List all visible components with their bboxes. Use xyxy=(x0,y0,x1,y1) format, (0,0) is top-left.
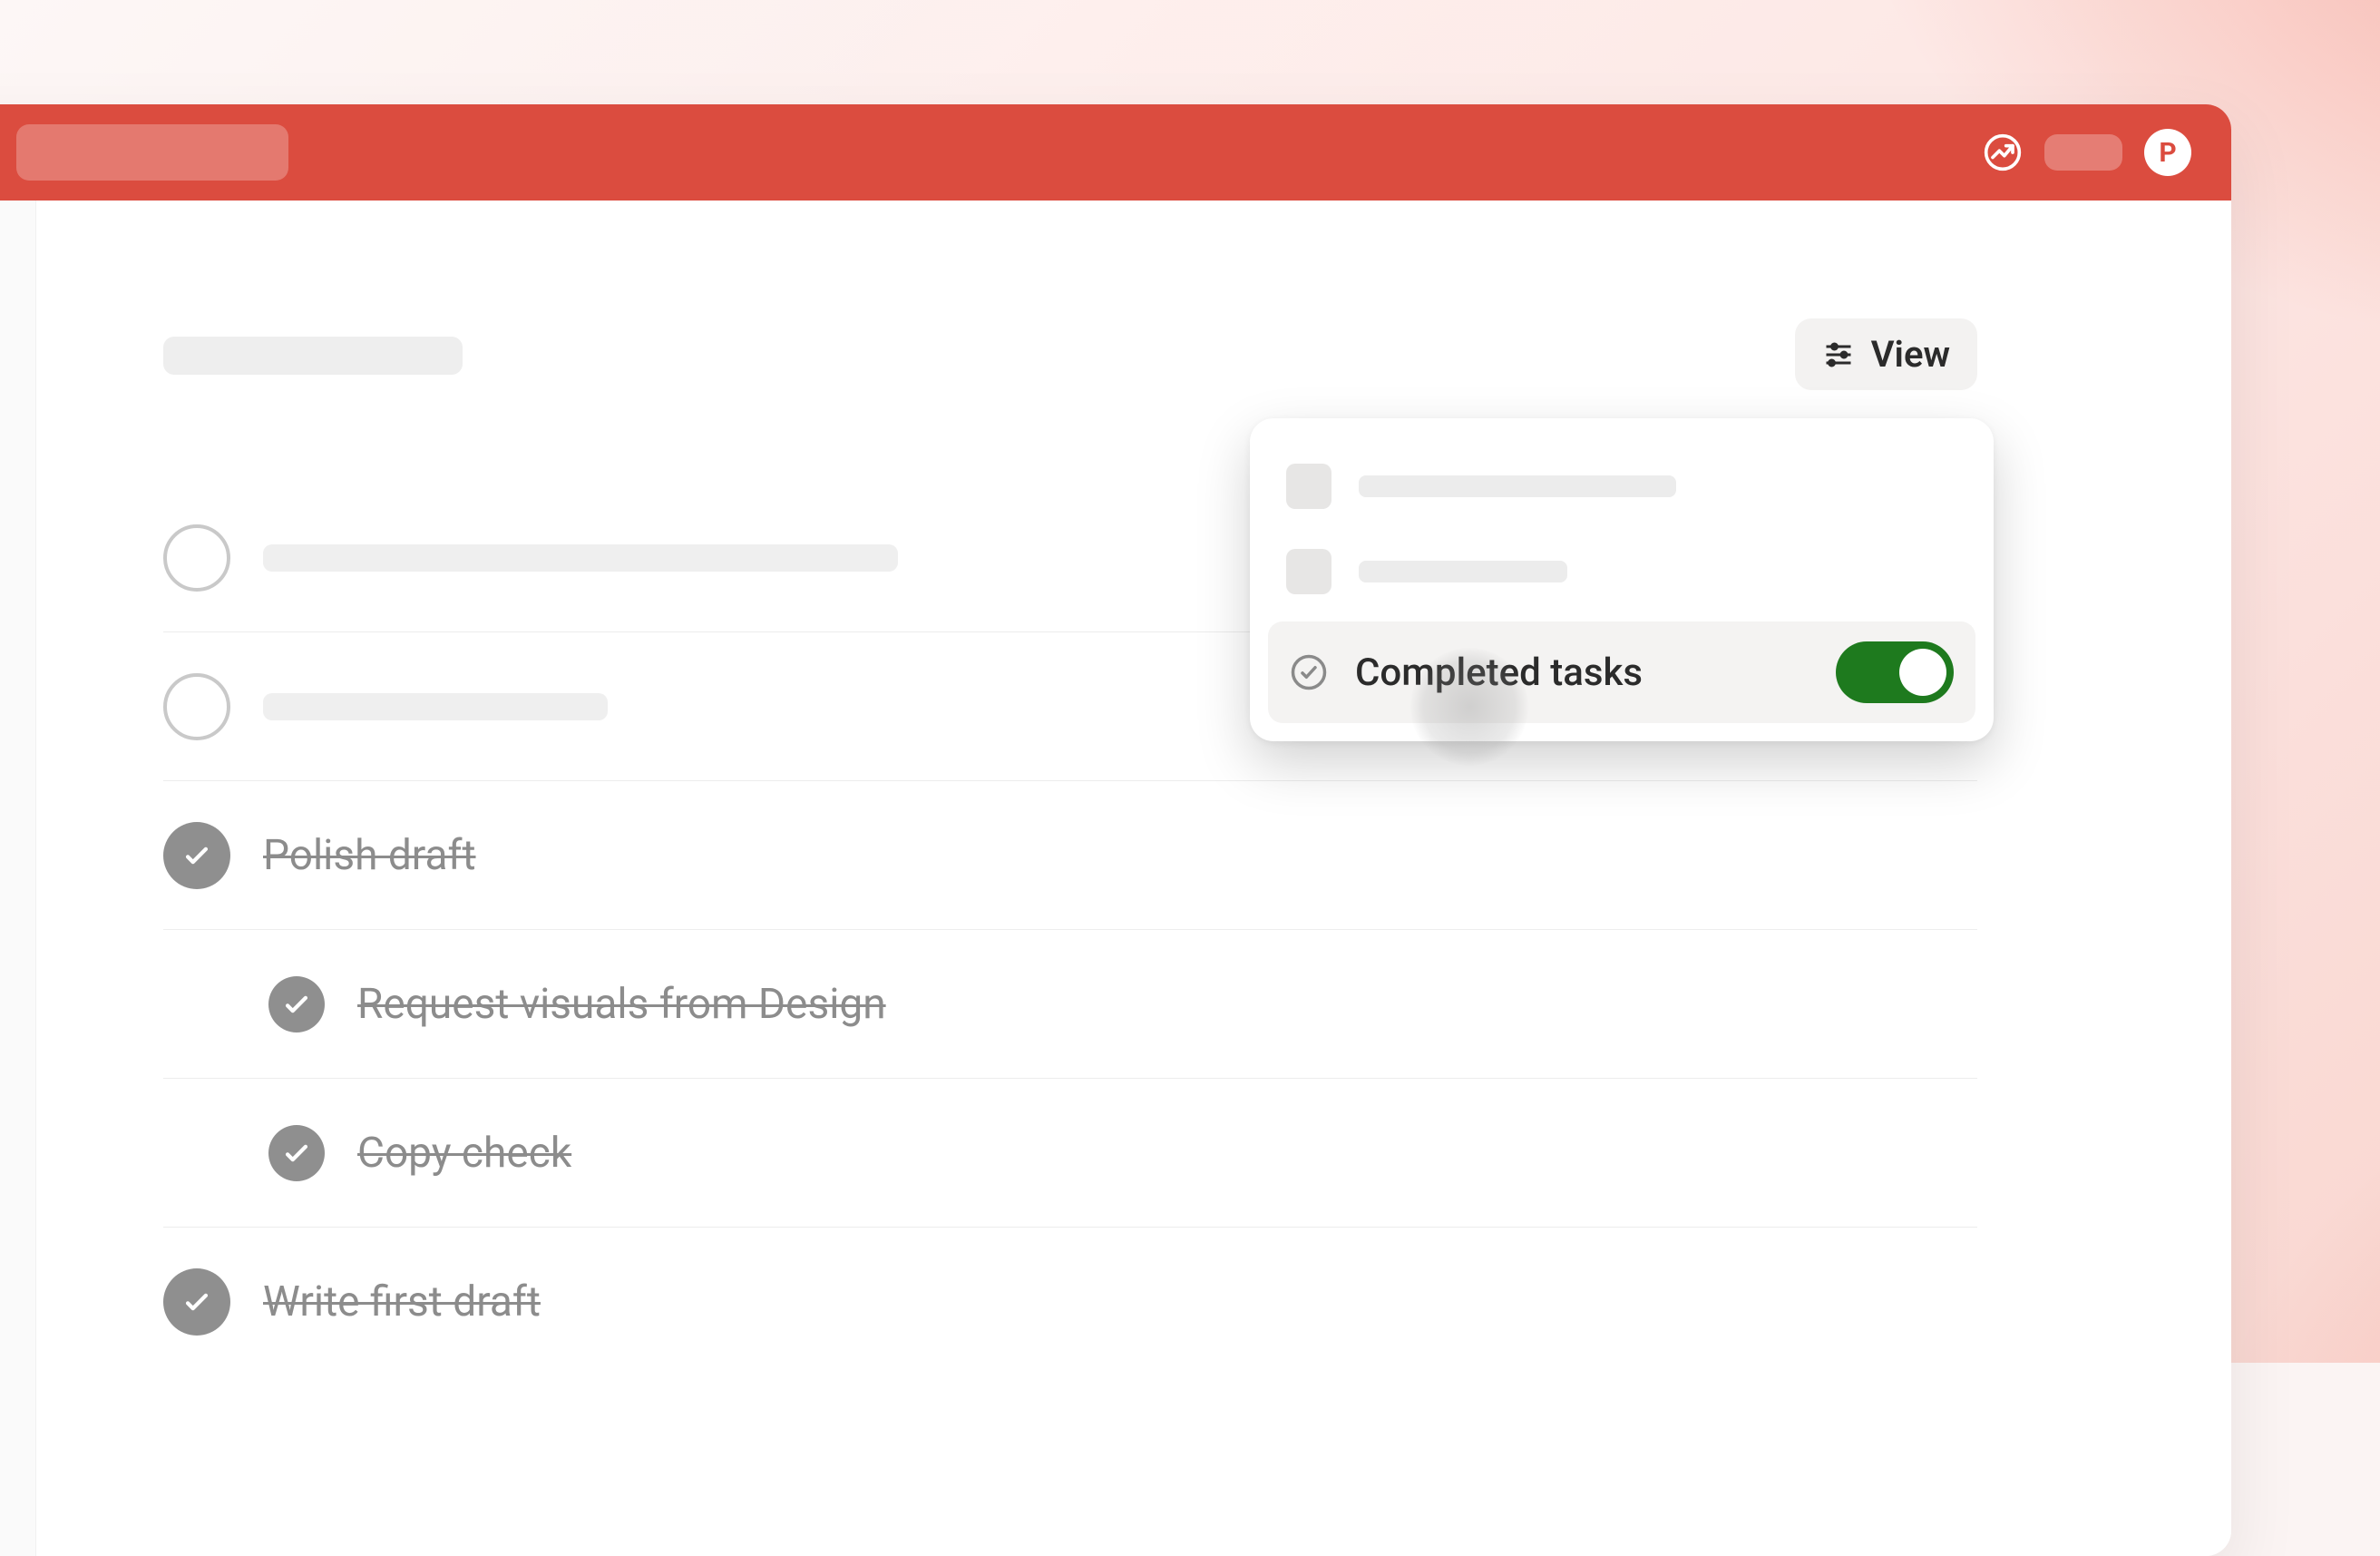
popover-option[interactable] xyxy=(1250,529,1994,614)
option-label-placeholder xyxy=(1359,561,1567,582)
toggle-knob xyxy=(1899,649,1946,696)
sidebar xyxy=(0,201,36,1556)
task-title: Write first draft xyxy=(263,1277,541,1326)
view-options-popover: Completed tasks xyxy=(1250,418,1994,741)
popover-option[interactable] xyxy=(1250,444,1994,529)
top-bar: P xyxy=(0,104,2231,201)
main-content: View Polish draft xyxy=(36,201,2231,1556)
task-checkbox-completed[interactable] xyxy=(163,822,230,889)
completed-tasks-option[interactable]: Completed tasks xyxy=(1268,621,1975,723)
completed-tasks-toggle[interactable] xyxy=(1836,641,1954,703)
task-title-placeholder xyxy=(263,544,898,572)
search-input-placeholder[interactable] xyxy=(16,124,288,181)
avatar[interactable]: P xyxy=(2144,129,2191,176)
task-title-placeholder xyxy=(263,693,608,720)
completed-tasks-label: Completed tasks xyxy=(1355,651,1643,695)
task-row[interactable]: Polish draft xyxy=(163,781,1977,930)
project-title-placeholder xyxy=(163,337,463,375)
task-checkbox-completed[interactable] xyxy=(268,1125,325,1181)
task-row-subtask[interactable]: Request visuals from Design xyxy=(163,930,1977,1079)
task-checkbox[interactable] xyxy=(163,524,230,592)
task-title: Request visuals from Design xyxy=(357,980,886,1029)
app-window: P View xyxy=(0,104,2231,1556)
task-title: Copy check xyxy=(357,1129,571,1178)
task-row-subtask[interactable]: Copy check xyxy=(163,1079,1977,1228)
productivity-icon[interactable] xyxy=(1983,132,2023,172)
check-circle-icon xyxy=(1290,653,1328,691)
view-button[interactable]: View xyxy=(1795,318,1977,390)
task-row[interactable]: Write first draft xyxy=(163,1228,1977,1376)
task-checkbox-completed[interactable] xyxy=(268,976,325,1032)
topbar-placeholder-pill[interactable] xyxy=(2044,134,2122,171)
view-button-label: View xyxy=(1871,333,1950,376)
option-label-placeholder xyxy=(1359,475,1676,497)
option-icon-placeholder xyxy=(1286,549,1331,594)
task-title: Polish draft xyxy=(263,831,476,880)
task-checkbox[interactable] xyxy=(163,673,230,740)
task-checkbox-completed[interactable] xyxy=(163,1268,230,1336)
sliders-icon xyxy=(1822,338,1855,371)
option-icon-placeholder xyxy=(1286,464,1331,509)
